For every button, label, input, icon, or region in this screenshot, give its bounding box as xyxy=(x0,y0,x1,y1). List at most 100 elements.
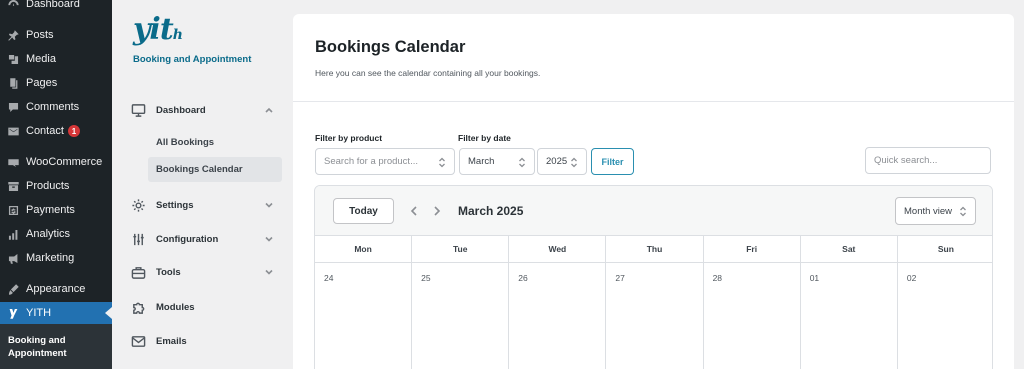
day-number: 27 xyxy=(615,273,625,283)
calendar-day-cell[interactable]: 24 xyxy=(315,263,413,369)
puzzle-icon xyxy=(130,299,146,315)
nav-label: Tools xyxy=(156,266,181,278)
wp-menu-contact[interactable]: Contact 1 xyxy=(0,120,112,142)
today-button[interactable]: Today xyxy=(333,198,394,224)
active-menu-arrow xyxy=(105,307,112,319)
calendar-day-cell[interactable]: 25 xyxy=(412,263,510,369)
wp-menu-comments[interactable]: Comments xyxy=(0,96,112,118)
wp-menu-pages[interactable]: Pages xyxy=(0,72,112,94)
weekday-header: Thu xyxy=(606,236,704,262)
day-number: 02 xyxy=(906,273,917,283)
nav-settings[interactable]: Settings xyxy=(130,193,280,217)
notification-badge: 1 xyxy=(67,125,80,137)
product-search-placeholder: Search for a product... xyxy=(324,156,418,167)
nav-all-bookings[interactable]: All Bookings xyxy=(148,130,282,155)
weekday-header-row: Mon Tue Wed Thu Fri Sat Sun xyxy=(315,236,992,263)
weekday-header: Wed xyxy=(509,236,607,262)
mail-icon xyxy=(6,124,20,138)
header-divider xyxy=(293,101,1014,102)
chart-bar-icon xyxy=(6,227,20,241)
calendar-day-cell[interactable]: 02 xyxy=(898,263,992,369)
wp-menu-label: Media xyxy=(26,53,56,65)
chevron-right-icon[interactable] xyxy=(432,204,442,216)
archive-icon xyxy=(6,179,20,193)
calendar-day-cell[interactable]: 26 xyxy=(509,263,607,369)
nav-tools[interactable]: Tools xyxy=(130,260,280,284)
filter-button[interactable]: Filter xyxy=(591,148,634,175)
year-select-value: 2025 xyxy=(546,156,568,167)
wp-menu-media[interactable]: Media xyxy=(0,48,112,70)
nav-modules[interactable]: Modules xyxy=(130,295,280,319)
weekday-header: Sun xyxy=(937,244,954,254)
day-number: 01 xyxy=(809,273,820,283)
filter-product-label: Filter by product xyxy=(315,133,383,143)
wp-menu-woocommerce[interactable]: WooCommerce xyxy=(0,151,112,173)
nav-label: Configuration xyxy=(156,233,219,245)
wp-menu-yith[interactable]: YITH xyxy=(0,302,112,324)
chevron-left-icon[interactable] xyxy=(409,204,419,216)
megaphone-icon xyxy=(6,251,20,265)
nav-label: Emails xyxy=(156,335,187,347)
weekday-header: Sat xyxy=(801,236,898,262)
weekday-header: Mon xyxy=(315,236,413,262)
year-select[interactable]: 2025 xyxy=(537,148,587,175)
view-select[interactable]: Month view xyxy=(895,197,976,225)
product-search-select[interactable]: Search for a product... xyxy=(315,148,455,175)
pin-icon xyxy=(6,28,20,42)
wp-submenu-booking-and-appointment[interactable]: Booking and Appointment xyxy=(8,334,108,360)
wp-menu-label: Pages xyxy=(26,77,58,89)
wp-menu-dashboard[interactable]: Dashboard xyxy=(0,0,112,15)
wp-menu-label: Payments xyxy=(26,204,75,216)
wp-admin-menu: Dashboard Posts Media Pages Comments Con… xyxy=(0,0,112,369)
updown-chevron-icon xyxy=(570,157,578,168)
wp-menu-label: Appearance xyxy=(26,283,86,295)
calendar-day-cell[interactable]: 01 xyxy=(801,263,898,369)
payment-icon xyxy=(6,203,20,217)
chevron-up-icon xyxy=(264,105,274,115)
nav-configuration[interactable]: Configuration xyxy=(130,227,280,251)
nav-label: Settings xyxy=(156,199,194,211)
chevron-down-icon xyxy=(264,267,274,277)
wp-menu-label: Dashboard xyxy=(26,0,80,10)
filter-date-label: Filter by date xyxy=(458,133,511,143)
wp-menu-payments[interactable]: Payments xyxy=(0,199,112,221)
wp-menu-analytics[interactable]: Analytics xyxy=(0,223,112,245)
view-select-value: Month view xyxy=(904,205,953,217)
wp-menu-label: Analytics xyxy=(26,228,71,240)
wp-menu-label: Contact xyxy=(26,125,64,137)
yith-logo: yith xyxy=(133,12,183,47)
woocommerce-icon xyxy=(6,155,20,169)
calendar-day-cell[interactable]: 28 xyxy=(704,263,801,369)
nav-dashboard[interactable]: Dashboard xyxy=(130,98,280,122)
wp-menu-products[interactable]: Products xyxy=(0,175,112,197)
nav-emails[interactable]: Emails xyxy=(130,329,280,353)
day-number: 26 xyxy=(518,273,528,283)
calendar-title: March 2025 xyxy=(458,204,524,218)
wp-menu-marketing[interactable]: Marketing xyxy=(0,247,112,269)
updown-chevron-icon xyxy=(959,206,967,217)
wp-menu-label: Posts xyxy=(26,29,54,41)
plugin-subtitle: Booking and Appointment xyxy=(133,54,252,65)
wp-menu-label: Products xyxy=(26,180,70,192)
calendar-day-cell[interactable]: 27 xyxy=(606,263,704,369)
wp-menu-label: YITH xyxy=(26,307,52,319)
month-select-value: March xyxy=(468,156,495,167)
nav-label: Modules xyxy=(156,301,195,313)
chevron-down-icon xyxy=(264,200,274,210)
nav-bookings-calendar[interactable]: Bookings Calendar xyxy=(148,157,282,182)
wp-menu-posts[interactable]: Posts xyxy=(0,24,112,46)
wp-menu-label: Marketing xyxy=(26,252,75,264)
day-number: 28 xyxy=(712,273,723,283)
month-select[interactable]: March xyxy=(459,148,535,175)
yith-icon xyxy=(6,306,20,320)
monitor-icon xyxy=(130,102,146,118)
wp-menu-appearance[interactable]: Appearance xyxy=(0,278,112,300)
weekday-header: Fri xyxy=(704,236,801,262)
updown-chevron-icon xyxy=(438,157,446,168)
comment-icon xyxy=(6,100,20,114)
gear-icon xyxy=(130,197,146,213)
media-icon xyxy=(6,52,20,66)
wp-menu-label: WooCommerce xyxy=(26,156,103,168)
bookings-calendar: Today March 2025 Month view Mon Tue Wed … xyxy=(314,185,993,369)
quick-search-input[interactable]: Quick search... xyxy=(865,147,991,174)
